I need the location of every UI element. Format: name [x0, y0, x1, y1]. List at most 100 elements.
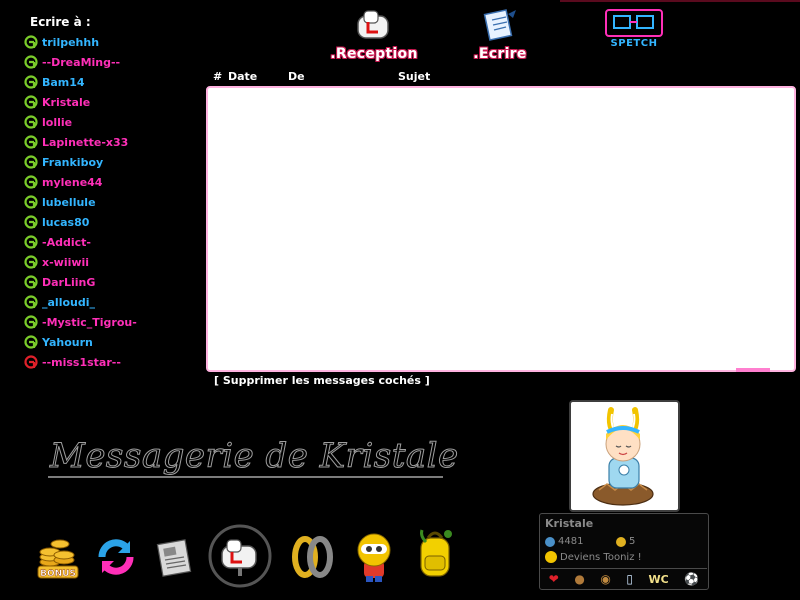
contact-item[interactable]: _alloudi_: [24, 292, 204, 312]
contact-item[interactable]: lollie: [24, 112, 204, 132]
contact-item[interactable]: --miss1star--: [24, 352, 204, 372]
monkey-icon[interactable]: ●: [574, 572, 584, 586]
nav-spetch[interactable]: SPETCH: [604, 8, 664, 49]
contact-name: lollie: [42, 115, 73, 129]
write-icon: [483, 9, 516, 41]
nav-ecrire[interactable]: .Ecrire: [466, 8, 534, 62]
contact-name: Frankiboy: [42, 155, 104, 169]
rings-icon: [292, 536, 333, 578]
contact-name: Yahourn: [42, 335, 93, 349]
write-user-icon: [24, 154, 38, 169]
bonus-button[interactable]: BONUS: [36, 532, 80, 584]
contact-item[interactable]: x-wiiwii: [24, 252, 204, 272]
messaging-button[interactable]: [208, 524, 272, 592]
top-divider: [560, 0, 800, 2]
profile-points-value: 4481: [558, 536, 584, 547]
col-date[interactable]: Date: [228, 70, 257, 83]
coin-icon: [616, 536, 626, 547]
contact-item[interactable]: -Mystic_Tigrou-: [24, 312, 204, 332]
contact-item[interactable]: mylene44: [24, 172, 204, 192]
bonus-coins-icon: BONUS: [37, 539, 79, 579]
avatar[interactable]: [569, 400, 680, 512]
write-user-icon: [24, 294, 38, 309]
bottle-icon[interactable]: ▯: [626, 572, 633, 586]
nav-reception[interactable]: .Reception: [326, 8, 422, 62]
profile-status-text: Deviens Tooniz !: [560, 551, 642, 563]
contact-item[interactable]: --DreaMing--: [24, 52, 204, 72]
write-user-icon: [24, 174, 38, 189]
spetch-logo-icon: [605, 9, 663, 37]
write-user-icon: [24, 114, 38, 129]
mailbox-icon: [357, 10, 389, 39]
nav-reception-label: .Reception: [330, 46, 418, 62]
write-user-icon: [24, 314, 38, 329]
profile-name[interactable]: Kristale: [545, 517, 593, 530]
write-user-icon: [24, 34, 38, 49]
refresh-button[interactable]: [94, 535, 138, 583]
page-title: Messagerie de Kristale: [50, 436, 459, 477]
profile-points: 4481: [545, 536, 583, 547]
tooniz-icon: [545, 551, 557, 563]
contact-name: -Addict-: [42, 235, 91, 249]
backpack-icon: [420, 529, 452, 577]
message-list[interactable]: [206, 86, 796, 372]
col-number: #: [213, 70, 223, 83]
write-user-icon: [24, 234, 38, 249]
nav-ecrire-label: .Ecrire: [473, 46, 527, 62]
heart-icon[interactable]: ❤: [549, 572, 559, 586]
contact-name: -Mystic_Tigrou-: [42, 315, 137, 329]
profile-coins-value: 5: [629, 536, 636, 547]
rings-button[interactable]: [290, 534, 336, 584]
backpack-button[interactable]: [412, 526, 458, 586]
contact-name: Kristale: [42, 95, 91, 109]
contact-name: x-wiiwii: [42, 255, 90, 269]
contact-name: Bam14: [42, 75, 85, 89]
delete-checked-messages-link[interactable]: [ Supprimer les messages cochés ]: [214, 374, 430, 387]
profile-actions: ❤ ● ◉ ▯ WC ⚽: [541, 568, 707, 589]
points-icon: [545, 536, 555, 547]
heart-user-icon: [24, 354, 38, 369]
contact-item[interactable]: trilpehhh: [24, 32, 204, 52]
newspaper-button[interactable]: [156, 538, 194, 582]
profile-status[interactable]: Deviens Tooniz !: [545, 551, 642, 563]
contact-item[interactable]: DarLiinG: [24, 272, 204, 292]
col-subject[interactable]: Sujet: [398, 70, 430, 83]
contact-item[interactable]: Lapinette-x33: [24, 132, 204, 152]
write-user-icon: [24, 274, 38, 289]
newspaper-icon: [156, 539, 192, 577]
app-root: Ecrire à : trilpehhh --DreaMing-- Bam14 Kri…: [0, 0, 800, 600]
profile-coins: 5: [616, 536, 635, 547]
write-user-icon: [24, 94, 38, 109]
contact-list: trilpehhh --DreaMing-- Bam14 Kristale lollie…: [24, 32, 204, 372]
write-user-icon: [24, 254, 38, 269]
nav-spetch-label: SPETCH: [610, 38, 658, 49]
contact-name: DarLiinG: [42, 275, 96, 289]
write-user-icon: [24, 194, 38, 209]
contact-name: trilpehhh: [42, 35, 100, 49]
write-user-icon: [24, 334, 38, 349]
contact-item[interactable]: Kristale: [24, 92, 204, 112]
burger-icon[interactable]: ◉: [600, 572, 610, 586]
col-from[interactable]: De: [288, 70, 305, 83]
write-user-icon: [24, 214, 38, 229]
write-user-icon: [24, 54, 38, 69]
contact-item[interactable]: -Addict-: [24, 232, 204, 252]
contact-item[interactable]: Frankiboy: [24, 152, 204, 172]
bonus-label: BONUS: [40, 569, 76, 579]
contact-item[interactable]: Bam14: [24, 72, 204, 92]
contact-name: _alloudi_: [42, 295, 95, 309]
contact-name: --miss1star--: [42, 355, 121, 369]
character-button[interactable]: [352, 530, 396, 588]
contact-name: --DreaMing--: [42, 55, 121, 69]
soccer-ball-icon[interactable]: ⚽: [684, 572, 699, 586]
contact-item[interactable]: Yahourn: [24, 332, 204, 352]
page-title-underline: [48, 476, 443, 478]
wc-icon[interactable]: WC: [649, 573, 669, 586]
contact-item[interactable]: lubellule: [24, 192, 204, 212]
message-table-header: # Date De Sujet: [213, 70, 793, 84]
character-icon: [357, 533, 391, 582]
write-user-icon: [24, 134, 38, 149]
contact-item[interactable]: lucas80: [24, 212, 204, 232]
contact-name: Lapinette-x33: [42, 135, 129, 149]
write-user-icon: [24, 74, 38, 89]
